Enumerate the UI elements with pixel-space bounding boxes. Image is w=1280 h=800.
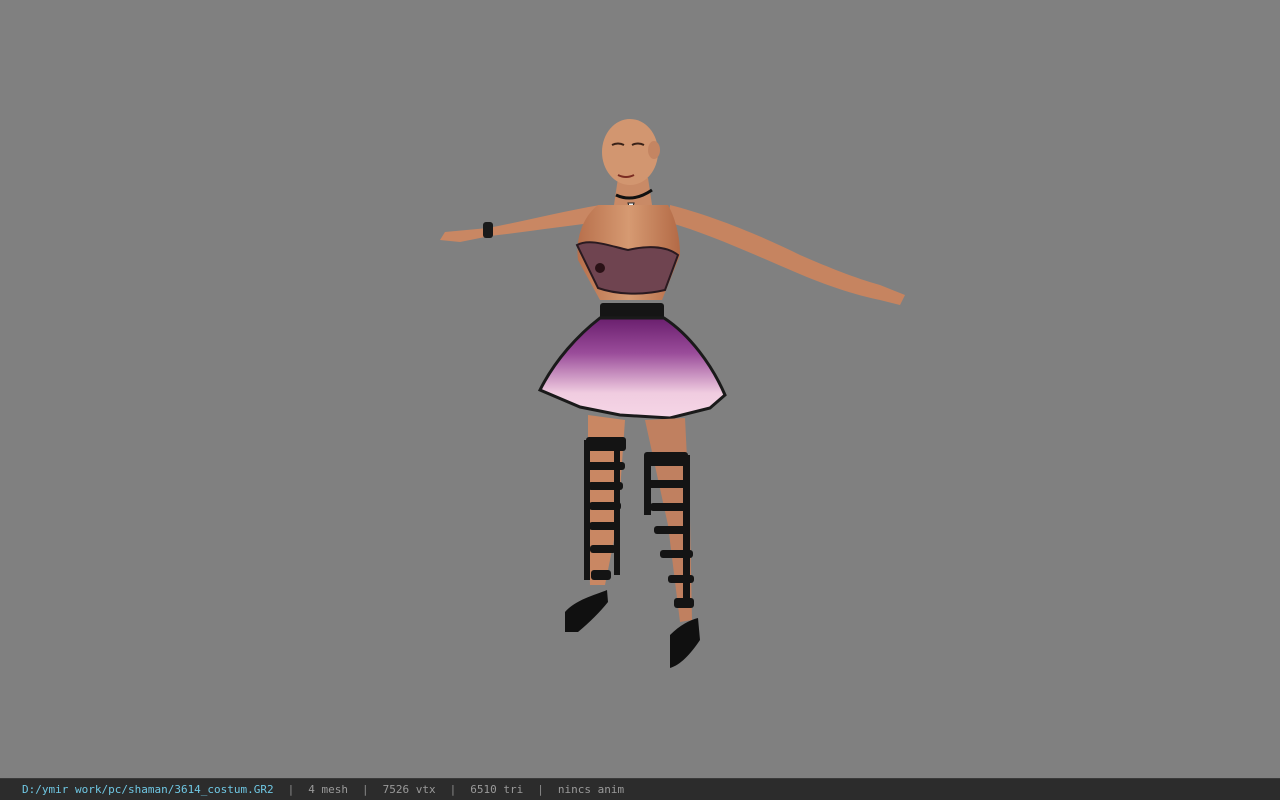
right-shoe <box>670 618 700 668</box>
right-arm <box>668 205 905 305</box>
triangle-count: 6510 tri <box>470 783 524 796</box>
separator: | <box>449 783 457 796</box>
lace-top <box>575 241 680 295</box>
separator: | <box>287 783 295 796</box>
separator: | <box>537 783 544 796</box>
file-path: D:/ymir work/pc/shaman/3614_costum.GR2 <box>22 783 274 796</box>
left-arm <box>440 205 600 242</box>
bow <box>595 263 605 273</box>
3d-viewport[interactable] <box>0 0 1280 778</box>
vertex-count: 7526 vtx <box>382 783 436 796</box>
bracelet <box>483 222 493 238</box>
left-shoe <box>565 590 608 632</box>
status-bar: D:/ymir work/pc/shaman/3614_costum.GR2 |… <box>0 778 1280 800</box>
separator: | <box>362 783 369 796</box>
mesh-count: 4 mesh <box>308 783 349 796</box>
ear <box>648 141 660 159</box>
skirt <box>537 316 727 420</box>
character-model-icon[interactable] <box>0 0 1280 778</box>
animation-status: nincs anim <box>557 783 625 796</box>
